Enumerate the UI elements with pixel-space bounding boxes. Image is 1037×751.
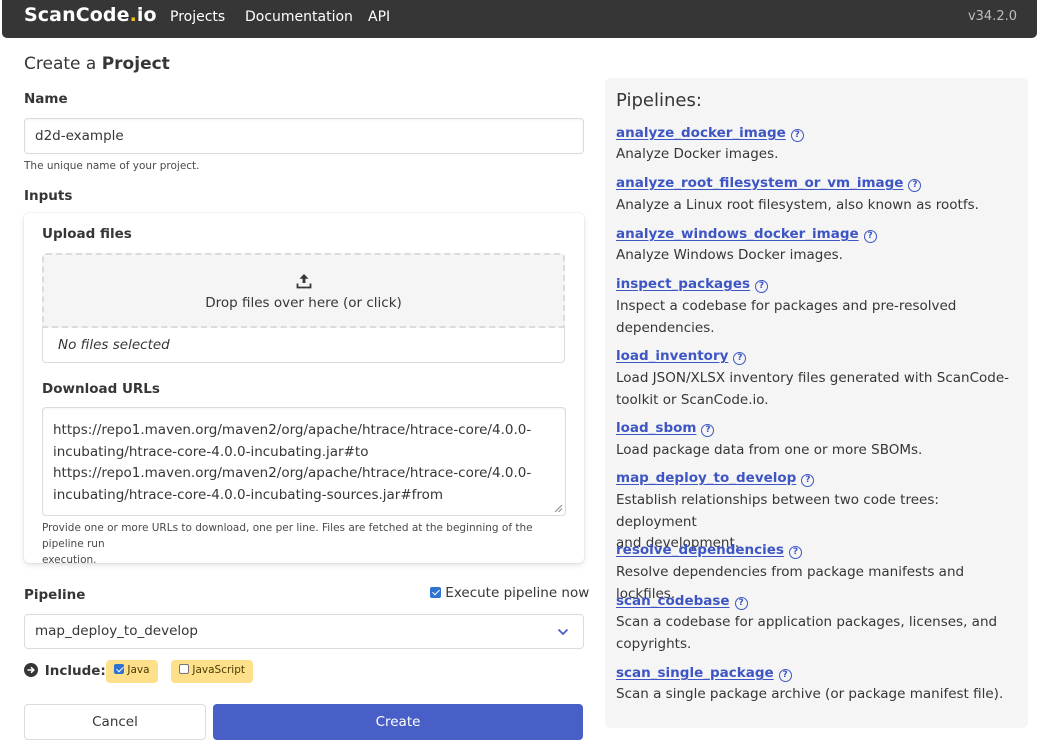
help-circle-icon[interactable]: ? [908, 179, 922, 192]
download-urls-label: Download URLs [42, 381, 160, 397]
download-urls-help: Provide one or more URLs to download, on… [42, 520, 572, 568]
download-urls-help-line: execution. [42, 554, 97, 566]
inputs-label: Inputs [24, 188, 73, 204]
execute-now-option[interactable]: Execute pipeline now [430, 585, 589, 601]
include-option-javascript[interactable]: JavaScript [171, 660, 253, 683]
help-circle-icon[interactable]: ? [863, 230, 877, 243]
javascript-checkbox[interactable] [179, 664, 189, 674]
nav-link-api[interactable]: API [368, 9, 390, 25]
pipeline-description: Scan a codebase for application packages… [616, 614, 998, 652]
pipeline-select[interactable]: map_deploy_to_develop [24, 614, 584, 649]
pipeline-description: Load package data from one or more SBOMs… [616, 442, 923, 458]
version-label: v34.2.0 [967, 9, 1017, 24]
pipeline-description: Inspect a codebase for packages and pre-… [616, 298, 957, 336]
pipeline-description: Analyze Docker images. [616, 146, 779, 162]
pipeline-description: Load JSON/XLSX inventory files generated… [616, 370, 1010, 408]
url-line: https://repo1.maven.org/maven2/org/apach… [53, 465, 532, 481]
pipeline-link-analyze-docker-image[interactable]: analyze_docker_image? [616, 125, 804, 142]
download-urls-textarea[interactable]: https://repo1.maven.org/maven2/org/apach… [42, 407, 566, 516]
java-label: Java [127, 664, 150, 676]
cancel-button[interactable]: Cancel [24, 704, 206, 740]
pipeline-description: Analyze Windows Docker images. [616, 247, 843, 263]
create-button[interactable]: Create [213, 704, 583, 740]
help-circle-icon[interactable]: ? [755, 280, 769, 293]
dropzone-text: Drop files over here (or click) [205, 295, 402, 311]
page-title: Create a Project [24, 54, 170, 74]
selected-files-display: No files selected [42, 328, 565, 363]
file-dropzone[interactable]: Drop files over here (or click) [42, 253, 565, 328]
execute-now-checkbox[interactable] [430, 587, 441, 598]
name-label: Name [24, 91, 68, 107]
nav-link-documentation[interactable]: Documentation [245, 9, 353, 25]
help-circle-icon[interactable]: ? [778, 669, 792, 682]
pipeline-label: Pipeline [24, 587, 86, 603]
include-options: Include: [24, 663, 106, 679]
top-navbar: ScanCode.io Projects Documentation API v… [2, 0, 1037, 38]
url-line: incubating/htrace-core-4.0.0-incubating-… [53, 486, 444, 503]
download-urls-help-line: Provide one or more URLs to download, on… [42, 522, 533, 550]
arrow-circle-right-icon [24, 663, 38, 677]
help-circle-icon[interactable]: ? [734, 597, 748, 610]
upload-files-label: Upload files [42, 226, 132, 242]
pipeline-link-analyze-root-filesystem[interactable]: analyze_root_filesystem_or_vm_image? [616, 175, 922, 192]
pipeline-description: Analyze a Linux root filesystem, also kn… [616, 197, 979, 213]
pipeline-link-inspect-packages[interactable]: inspect_packages? [616, 276, 769, 293]
help-circle-icon[interactable]: ? [788, 546, 802, 559]
name-input[interactable] [24, 118, 584, 154]
url-line: https://repo1.maven.org/maven2/org/apach… [53, 422, 532, 438]
help-circle-icon[interactable]: ? [733, 352, 747, 365]
pipeline-selected-value: map_deploy_to_develop [35, 623, 198, 639]
execute-now-label: Execute pipeline now [445, 585, 590, 601]
pipeline-link-scan-codebase[interactable]: scan_codebase? [616, 593, 748, 610]
name-help-text: The unique name of your project. [24, 160, 200, 172]
pipeline-link-resolve-dependencies[interactable]: resolve_dependencies? [616, 542, 802, 559]
java-checkbox[interactable] [114, 664, 124, 674]
pipeline-link-analyze-windows-docker-image[interactable]: analyze_windows_docker_image? [616, 226, 877, 243]
include-option-java[interactable]: Java [106, 660, 158, 683]
help-circle-icon[interactable]: ? [801, 474, 815, 487]
resize-grip-icon[interactable] [554, 504, 563, 513]
help-circle-icon[interactable]: ? [701, 424, 715, 437]
pipeline-link-load-sbom[interactable]: load_sbom? [616, 420, 715, 437]
help-circle-icon[interactable]: ? [790, 129, 804, 142]
pipeline-link-map-deploy-to-develop[interactable]: map_deploy_to_develop? [616, 470, 815, 487]
pipeline-link-scan-single-package[interactable]: scan_single_package? [616, 665, 792, 682]
upload-icon [296, 274, 312, 289]
pipeline-description: Scan a single package archive (or packag… [616, 686, 1004, 702]
url-line: incubating/htrace-core-4.0.0-incubating.… [53, 443, 369, 460]
pipelines-panel-title: Pipelines: [616, 90, 702, 111]
pipeline-link-load-inventory[interactable]: load_inventory? [616, 348, 747, 365]
nav-link-projects[interactable]: Projects [170, 9, 225, 25]
include-label: Include: [44, 663, 106, 679]
chevron-down-icon [557, 628, 569, 636]
javascript-label: JavaScript [192, 664, 245, 676]
brand-logo[interactable]: ScanCode.io [24, 4, 157, 26]
